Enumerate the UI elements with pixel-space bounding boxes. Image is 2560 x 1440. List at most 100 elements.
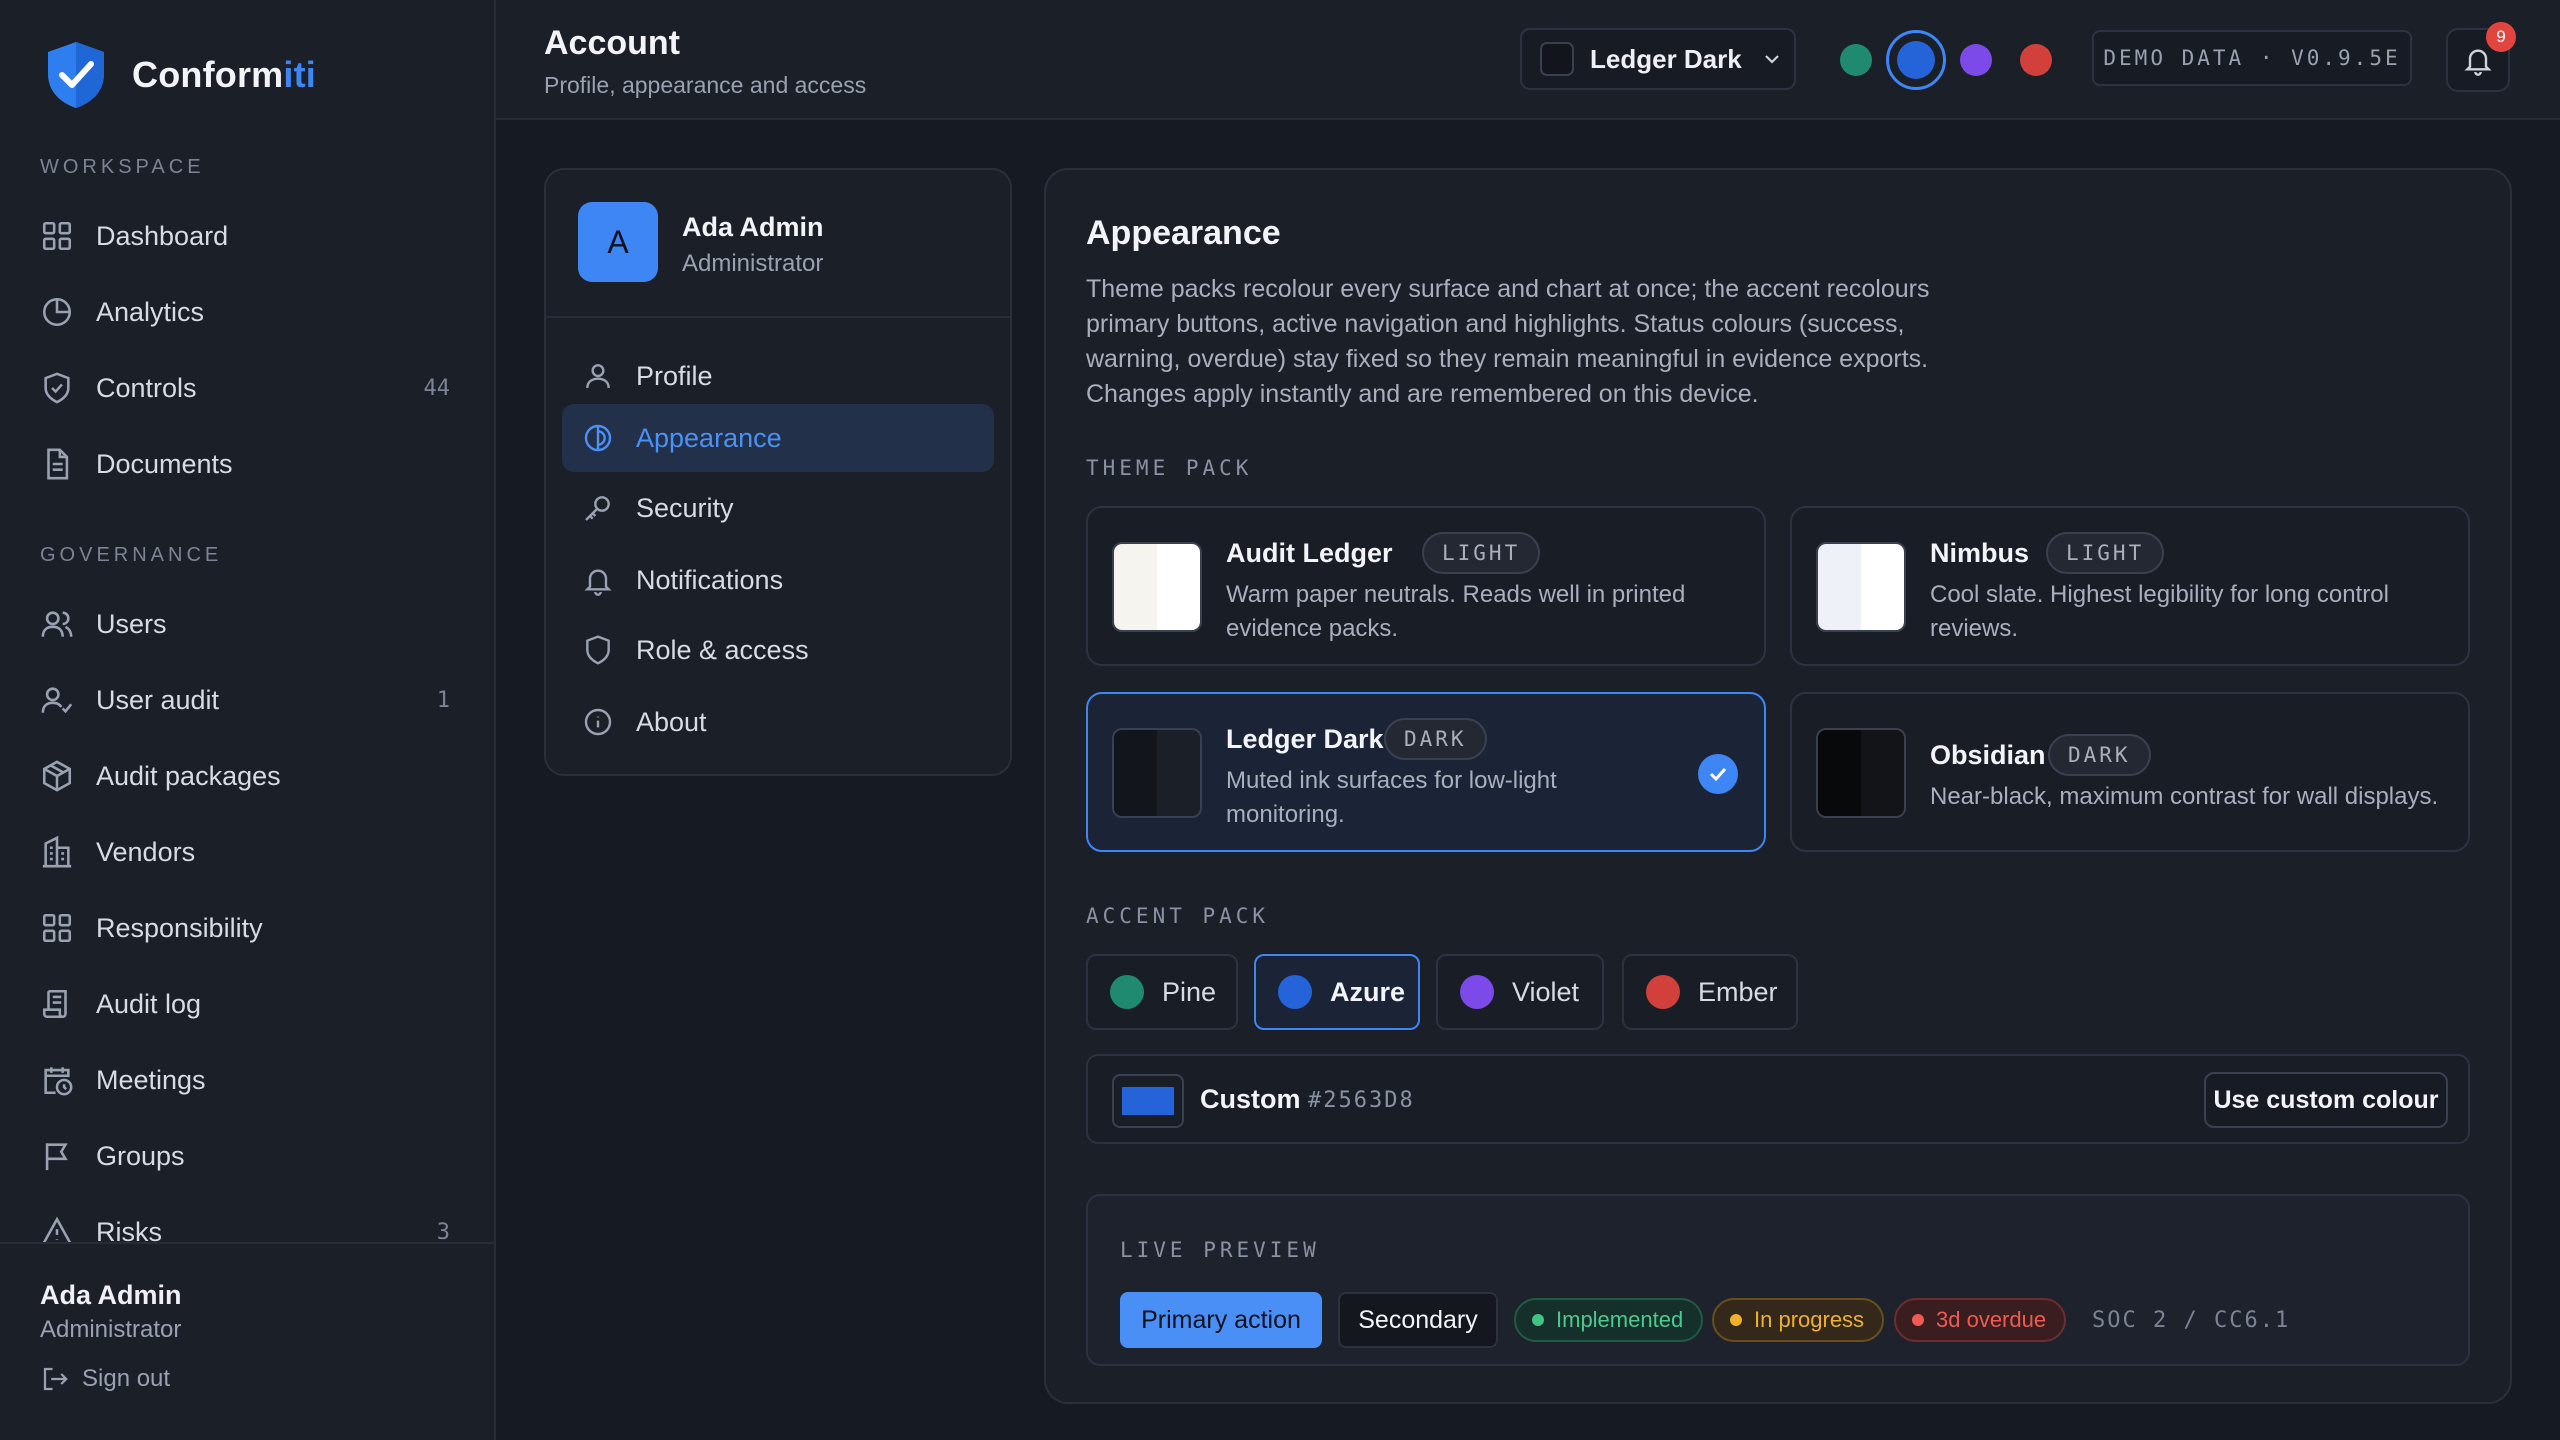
account-nav-security[interactable]: Security: [562, 474, 994, 542]
accent-option-violet[interactable]: Violet: [1436, 954, 1604, 1030]
appearance-panel: Appearance Theme packs recolour every su…: [1044, 168, 2512, 1404]
count-badge: 3: [436, 1219, 450, 1245]
sidebar-item-groups[interactable]: Groups: [40, 1126, 460, 1186]
theme-name: Ledger Dark: [1226, 724, 1384, 754]
sign-out-label: Sign out: [82, 1365, 171, 1392]
appearance-description: Theme packs recolour every surface and c…: [1086, 275, 1930, 408]
sign-out-link[interactable]: Sign out: [40, 1364, 170, 1394]
theme-swatch: [1816, 542, 1906, 632]
sidebar-item-documents[interactable]: Documents: [40, 434, 460, 494]
accent-dot-azure[interactable]: [1886, 30, 1946, 90]
account-nav-label: About: [636, 706, 707, 737]
control-reference: SOC 2 / CC6.1: [2092, 1308, 2291, 1333]
preview-primary-button[interactable]: Primary action: [1120, 1292, 1322, 1348]
sidebar-item-label: Audit log: [96, 988, 202, 1019]
count-badge: 44: [423, 375, 451, 401]
account-nav-label: Security: [636, 492, 734, 523]
account-nav-profile[interactable]: Profile: [562, 342, 994, 410]
accent-label: Pine: [1162, 976, 1217, 1007]
account-header: A Ada Admin Administrator: [546, 170, 1010, 318]
theme-name: Nimbus: [1930, 538, 2030, 568]
user-icon: [586, 364, 610, 389]
building-icon: [42, 835, 72, 868]
chevron-down-icon: [1764, 55, 1779, 64]
account-nav-notifications[interactable]: Notifications: [562, 546, 994, 614]
account-nav-about[interactable]: About: [562, 688, 994, 756]
sidebar-item-audit-log[interactable]: Audit log: [40, 974, 460, 1034]
page-subtitle: Profile, appearance and access: [544, 72, 867, 98]
theme-swatch: [1112, 728, 1202, 818]
use-custom-colour-button[interactable]: Use custom colour: [2204, 1072, 2448, 1128]
account-name: Ada Admin: [682, 212, 824, 242]
sidebar-item-label: Analytics: [96, 296, 205, 327]
sidebar-item-audit-packages[interactable]: Audit packages: [40, 746, 460, 806]
accent-option-pine[interactable]: Pine: [1086, 954, 1238, 1030]
document-icon: [47, 448, 69, 480]
accent-dot-ember[interactable]: [2020, 44, 2052, 76]
sidebar-item-label: Groups: [96, 1140, 185, 1171]
accent-dot-violet[interactable]: [1960, 44, 1992, 76]
theme-tag: DARK: [2048, 734, 2151, 776]
sidebar-item-vendors[interactable]: Vendors: [40, 822, 460, 882]
theme-swatch: [1540, 42, 1574, 76]
scroll-icon: [42, 989, 67, 1019]
theme-card-nimbus[interactable]: Nimbus LIGHT Cool slate. Highest legibil…: [1790, 506, 2470, 666]
theme-tag: LIGHT: [2046, 532, 2165, 574]
sidebar-item-label: Vendors: [96, 836, 196, 867]
accent-label: Ember: [1698, 976, 1778, 1007]
grid-icon: [42, 221, 72, 251]
theme-name: Obsidian: [1930, 740, 2046, 770]
theme-card-ledger-dark[interactable]: Ledger Dark DARK Muted ink surfaces for …: [1086, 692, 1766, 852]
notifications-button[interactable]: 9: [2446, 22, 2516, 92]
grid-icon: [42, 913, 72, 943]
custom-hex-value: #2563D8: [1308, 1088, 1415, 1113]
status-label: Implemented: [1556, 1307, 1684, 1332]
theme-card-obsidian[interactable]: Obsidian DARK Near-black, maximum contra…: [1790, 692, 2470, 852]
sidebar-item-dashboard[interactable]: Dashboard: [40, 206, 460, 266]
status-badge-in-progress: In progress: [1712, 1298, 1885, 1342]
sidebar-item-label: User audit: [96, 684, 220, 715]
brand-name: Conformiti: [132, 54, 316, 95]
account-nav-appearance[interactable]: Appearance: [562, 404, 994, 472]
accent-label: Violet: [1512, 976, 1580, 1007]
sidebar-item-analytics[interactable]: Analytics: [40, 282, 460, 342]
custom-colour-picker[interactable]: [1112, 1074, 1184, 1128]
theme-name: Audit Ledger: [1226, 538, 1393, 568]
account-nav-label: Appearance: [636, 422, 782, 453]
version-badge: DEMO DATA · V0.9.5E: [2092, 30, 2412, 86]
count-badge: 1: [436, 687, 450, 713]
accent-swatch: [1110, 975, 1144, 1009]
sidebar-item-label: Controls: [96, 372, 197, 403]
accent-dot-pine[interactable]: [1840, 44, 1872, 76]
brand[interactable]: Conformiti: [44, 40, 316, 110]
calendar-clock-icon: [44, 1067, 73, 1096]
status-label: 3d overdue: [1936, 1307, 2047, 1332]
custom-colour-row: Custom #2563D8 Use custom colour: [1086, 1054, 2470, 1144]
theme-card-audit-ledger[interactable]: Audit Ledger LIGHT Warm paper neutrals. …: [1086, 506, 1766, 666]
theme-select[interactable]: Ledger Dark: [1520, 28, 1796, 90]
sidebar-item-label: Documents: [96, 448, 233, 479]
account-nav-role-access[interactable]: Role & access: [562, 616, 994, 684]
bell-icon: [584, 569, 612, 596]
notification-count-badge: 9: [2486, 22, 2516, 52]
theme-swatch: [1816, 728, 1906, 818]
preview-secondary-button[interactable]: Secondary: [1338, 1292, 1498, 1348]
accent-option-azure[interactable]: Azure: [1254, 954, 1420, 1030]
accent-option-ember[interactable]: Ember: [1622, 954, 1798, 1030]
sidebar-item-label: Meetings: [96, 1064, 206, 1095]
sidebar-item-user-audit[interactable]: User audit 1: [40, 670, 460, 730]
sidebar-item-responsibility[interactable]: Responsibility: [40, 898, 460, 958]
sidebar: Conformiti WORKSPACE Dashboard Analytics…: [0, 0, 496, 1440]
sidebar-item-meetings[interactable]: Meetings: [40, 1050, 460, 1110]
sidebar-item-label: Dashboard: [96, 220, 229, 251]
accent-swatch: [1646, 975, 1680, 1009]
current-user-name: Ada Admin: [40, 1280, 182, 1310]
sign-out-icon: [43, 1367, 68, 1391]
theme-description: Cool slate. Highest legibility for long …: [1930, 581, 2389, 642]
sidebar-item-controls[interactable]: Controls 44: [40, 358, 460, 418]
account-role: Administrator: [682, 250, 824, 277]
sidebar-item-users[interactable]: Users: [40, 594, 460, 654]
nav-section-governance: GOVERNANCE: [40, 544, 223, 566]
live-preview-label: LIVE PREVIEW: [1120, 1238, 1320, 1262]
current-user-role: Administrator: [40, 1316, 182, 1343]
